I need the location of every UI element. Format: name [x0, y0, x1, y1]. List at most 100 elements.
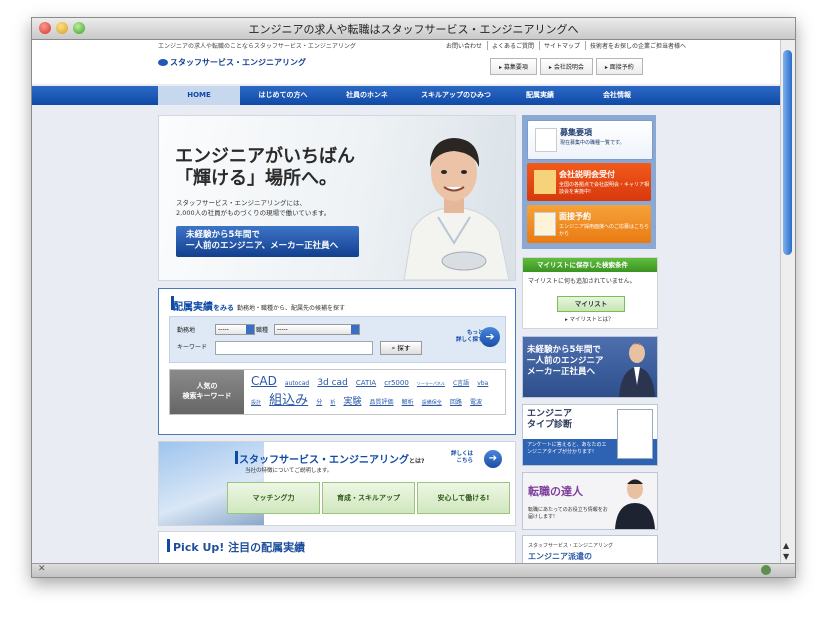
about-more-line1: 詳しくは	[451, 451, 474, 457]
browser-window: エンジニアの求人や転職はスタッフサービス・エンジニアリングへ エンジニアの求人や…	[31, 17, 796, 578]
job-change-master-sub: 転職にあたってのお役立ち情報をお届けします!	[528, 507, 608, 520]
questionnaire-sheet-icon	[617, 409, 653, 459]
search-button[interactable]: ⌕ 探す	[380, 341, 422, 355]
placement-search-title-suffix: をみる	[213, 304, 234, 312]
nav-first-time[interactable]: はじめての方へ	[242, 86, 324, 105]
scroll-down-arrow-icon[interactable]: ▼	[783, 552, 789, 561]
about-subtitle: 当社の特徴についてご説明します。	[245, 468, 333, 474]
area-select[interactable]: -----	[215, 324, 255, 335]
search-form: 勤務地 ----- 職種 ----- キーワード ⌕ 探す もっと 詳しく探す ➔	[169, 316, 506, 363]
arrow-right-icon[interactable]: ➔	[480, 327, 500, 347]
keyword-link[interactable]: autocad	[285, 380, 309, 387]
nav-employee-voices[interactable]: 社員のホンネ	[326, 86, 408, 105]
keyword-input[interactable]	[215, 341, 373, 355]
requirements-card-title: 募集要項	[560, 128, 592, 137]
briefing-card[interactable]: 会社説明会受付 全国の各拠点で会社説明会・キャリア相談会を実施中!	[527, 163, 651, 201]
about-more-link[interactable]: 詳しくは こちら	[451, 451, 473, 465]
advisor-photo	[615, 479, 655, 529]
career-path-line3: メーカー正社員へ	[527, 367, 596, 377]
matching-button[interactable]: マッチング力	[227, 482, 320, 514]
title-bar: エンジニアの求人や転職はスタッフサービス・エンジニアリングへ	[32, 18, 795, 40]
keyword-link[interactable]: CATIA	[356, 379, 376, 387]
briefing-card-sub: 全国の各拠点で会社説明会・キャリア相談会を実施中!	[559, 182, 650, 195]
job-change-master-title: 転職の達人	[528, 485, 583, 498]
about-title-suffix: とは?	[409, 458, 425, 465]
job-change-master-banner[interactable]: 転職の達人 転職にあたってのお役立ち情報をお届けします!	[522, 472, 658, 530]
hero-banner[interactable]: エンジニアがいちばん 「輝ける」場所へ。 スタッフサービス・エンジニアリングには…	[158, 115, 516, 281]
status-bar: ✕	[32, 563, 795, 577]
career-path-line1: 未経験から5年間で	[527, 345, 601, 355]
requirements-button[interactable]: ▸ 募集要項	[490, 58, 537, 75]
site-tagline: エンジニアの求人や転職のことならスタッフサービス・エンジニアリング	[158, 43, 356, 50]
about-title-main: スタッフサービス・エンジニアリング	[239, 455, 409, 466]
security-button[interactable]: 安心して働ける!	[417, 482, 510, 514]
placement-search-title: 配属実績をみる 勤務地・職種から、配属先の候補を探す	[173, 298, 345, 313]
briefing-button[interactable]: ▸ 会社説明会	[539, 58, 593, 75]
chevron-down-icon	[246, 325, 254, 334]
mylist-empty-text: マイリストに何も追加されていません。	[528, 278, 636, 285]
requirements-card[interactable]: 募集要項現在募集中の職種一覧です。	[527, 120, 653, 160]
keyword-link[interactable]: vba	[477, 380, 488, 387]
keyword-link[interactable]: 設計	[251, 400, 261, 406]
engineer-type-banner[interactable]: エンジニア タイプ診断 アンケートに答えると、あなたのエンジニアタイプが分かりま…	[522, 404, 658, 466]
mylist-button[interactable]: マイリスト	[557, 296, 625, 312]
keyword-link[interactable]: ソーラーパネル	[417, 381, 445, 386]
keyword-link[interactable]: 析	[330, 400, 335, 406]
hero-heading: エンジニアがいちばん 「輝ける」場所へ。	[175, 146, 355, 190]
interview-card-text: 面接予約 エンジニア採用面接へのご応募はこちらから	[559, 211, 651, 237]
nav-home[interactable]: HOME	[158, 86, 240, 105]
global-nav: HOME はじめての方へ 社員のホンネ スキルアップのひみつ 配属実績 会社情報	[32, 86, 781, 105]
briefing-card-text: 会社説明会受付 全国の各拠点で会社説明会・キャリア相談会を実施中!	[559, 169, 651, 195]
interview-button[interactable]: ▸ 面接予約	[595, 58, 643, 75]
vertical-scrollbar[interactable]: ▲ ▼	[780, 40, 795, 564]
resize-tools-icon[interactable]: ✕	[38, 564, 46, 574]
mylist-help-link[interactable]: ▸ マイリストとは？	[565, 315, 614, 323]
arrow-right-icon[interactable]: ➔	[484, 450, 502, 468]
japan-map-icon	[534, 170, 556, 194]
hero-subtext: スタッフサービス・エンジニアリングには、 2,000人の社員がものづくりの現場で…	[176, 198, 330, 218]
page-content: エンジニアの求人や転職のことならスタッフサービス・エンジニアリング お問い合わせ…	[32, 40, 781, 564]
engineer-type-line1: エンジニア	[527, 409, 573, 419]
keyword-link[interactable]: 実験	[343, 397, 361, 407]
link-faq[interactable]: よくあるご質問	[487, 41, 534, 50]
interview-card[interactable]: 面接予約 エンジニア採用面接へのご応募はこちらから	[527, 205, 651, 243]
logo-text: スタッフサービス・エンジニアリング	[170, 58, 306, 67]
nav-skill-up[interactable]: スキルアップのひみつ	[410, 86, 502, 105]
keyword-link[interactable]: 組込み	[269, 393, 308, 408]
placement-search-subtitle: 勤務地・職種から、配属先の候補を探す	[237, 305, 346, 312]
chevron-down-icon	[351, 325, 359, 334]
popular-keywords: 人気の 検索キーワード CAD autocad 3d cad CATIA cr50…	[169, 369, 506, 415]
keyword-link[interactable]: 電波	[470, 399, 482, 406]
hero-cta-line2: 一人前のエンジニア、メーカー正社員へ	[186, 241, 339, 251]
keyword-link[interactable]: 3d cad	[317, 378, 347, 388]
keyword-link[interactable]: CAD	[251, 374, 277, 388]
nav-placements[interactable]: 配属実績	[504, 86, 576, 105]
keyword-link[interactable]: cr5000	[384, 379, 409, 387]
keyword-link[interactable]: 品質評価	[370, 399, 394, 406]
link-sitemap[interactable]: サイトマップ	[539, 41, 580, 50]
site-logo[interactable]: スタッフサービス・エンジニアリング	[158, 57, 306, 68]
keyword-link[interactable]: 設備保全	[422, 400, 442, 406]
hero-heading-line2: 「輝ける」場所へ。	[175, 168, 337, 189]
keyword-link[interactable]: 解析	[402, 399, 414, 406]
keyword-link[interactable]: 分	[316, 399, 322, 406]
dispatch-info-banner[interactable]: スタッフサービス・エンジニアリング エンジニア派遣の	[522, 535, 658, 564]
scroll-up-arrow-icon[interactable]: ▲	[783, 541, 789, 550]
status-indicator-icon	[761, 565, 771, 575]
hero-cta-button[interactable]: 未経験から5年間で 一人前のエンジニア、メーカー正社員へ	[176, 226, 359, 257]
about-more-line2: こちら	[456, 458, 474, 464]
keyword-link[interactable]: 回路	[450, 399, 462, 406]
keyword-link[interactable]: C言語	[453, 380, 469, 387]
interview-card-title: 面接予約	[559, 212, 591, 221]
link-contact[interactable]: お問い合わせ	[442, 41, 482, 50]
nav-company[interactable]: 会社情報	[578, 86, 656, 105]
career-path-banner[interactable]: 未経験から5年間で 一人前のエンジニア メーカー正社員へ	[522, 336, 658, 398]
training-button[interactable]: 育成・スキルアップ	[322, 482, 415, 514]
job-select-value: -----	[277, 326, 288, 333]
link-corporate[interactable]: 技術者をお探しの企業ご担当者様へ	[585, 41, 686, 50]
career-path-banner-text: 未経験から5年間で 一人前のエンジニア メーカー正社員へ	[527, 345, 604, 378]
job-select[interactable]: -----	[274, 324, 360, 335]
scrollbar-thumb[interactable]	[783, 50, 792, 255]
requirements-card-sub: 現在募集中の職種一覧です。	[560, 140, 625, 146]
pickup-title: Pick Up! 注目の配属実績	[173, 541, 306, 554]
